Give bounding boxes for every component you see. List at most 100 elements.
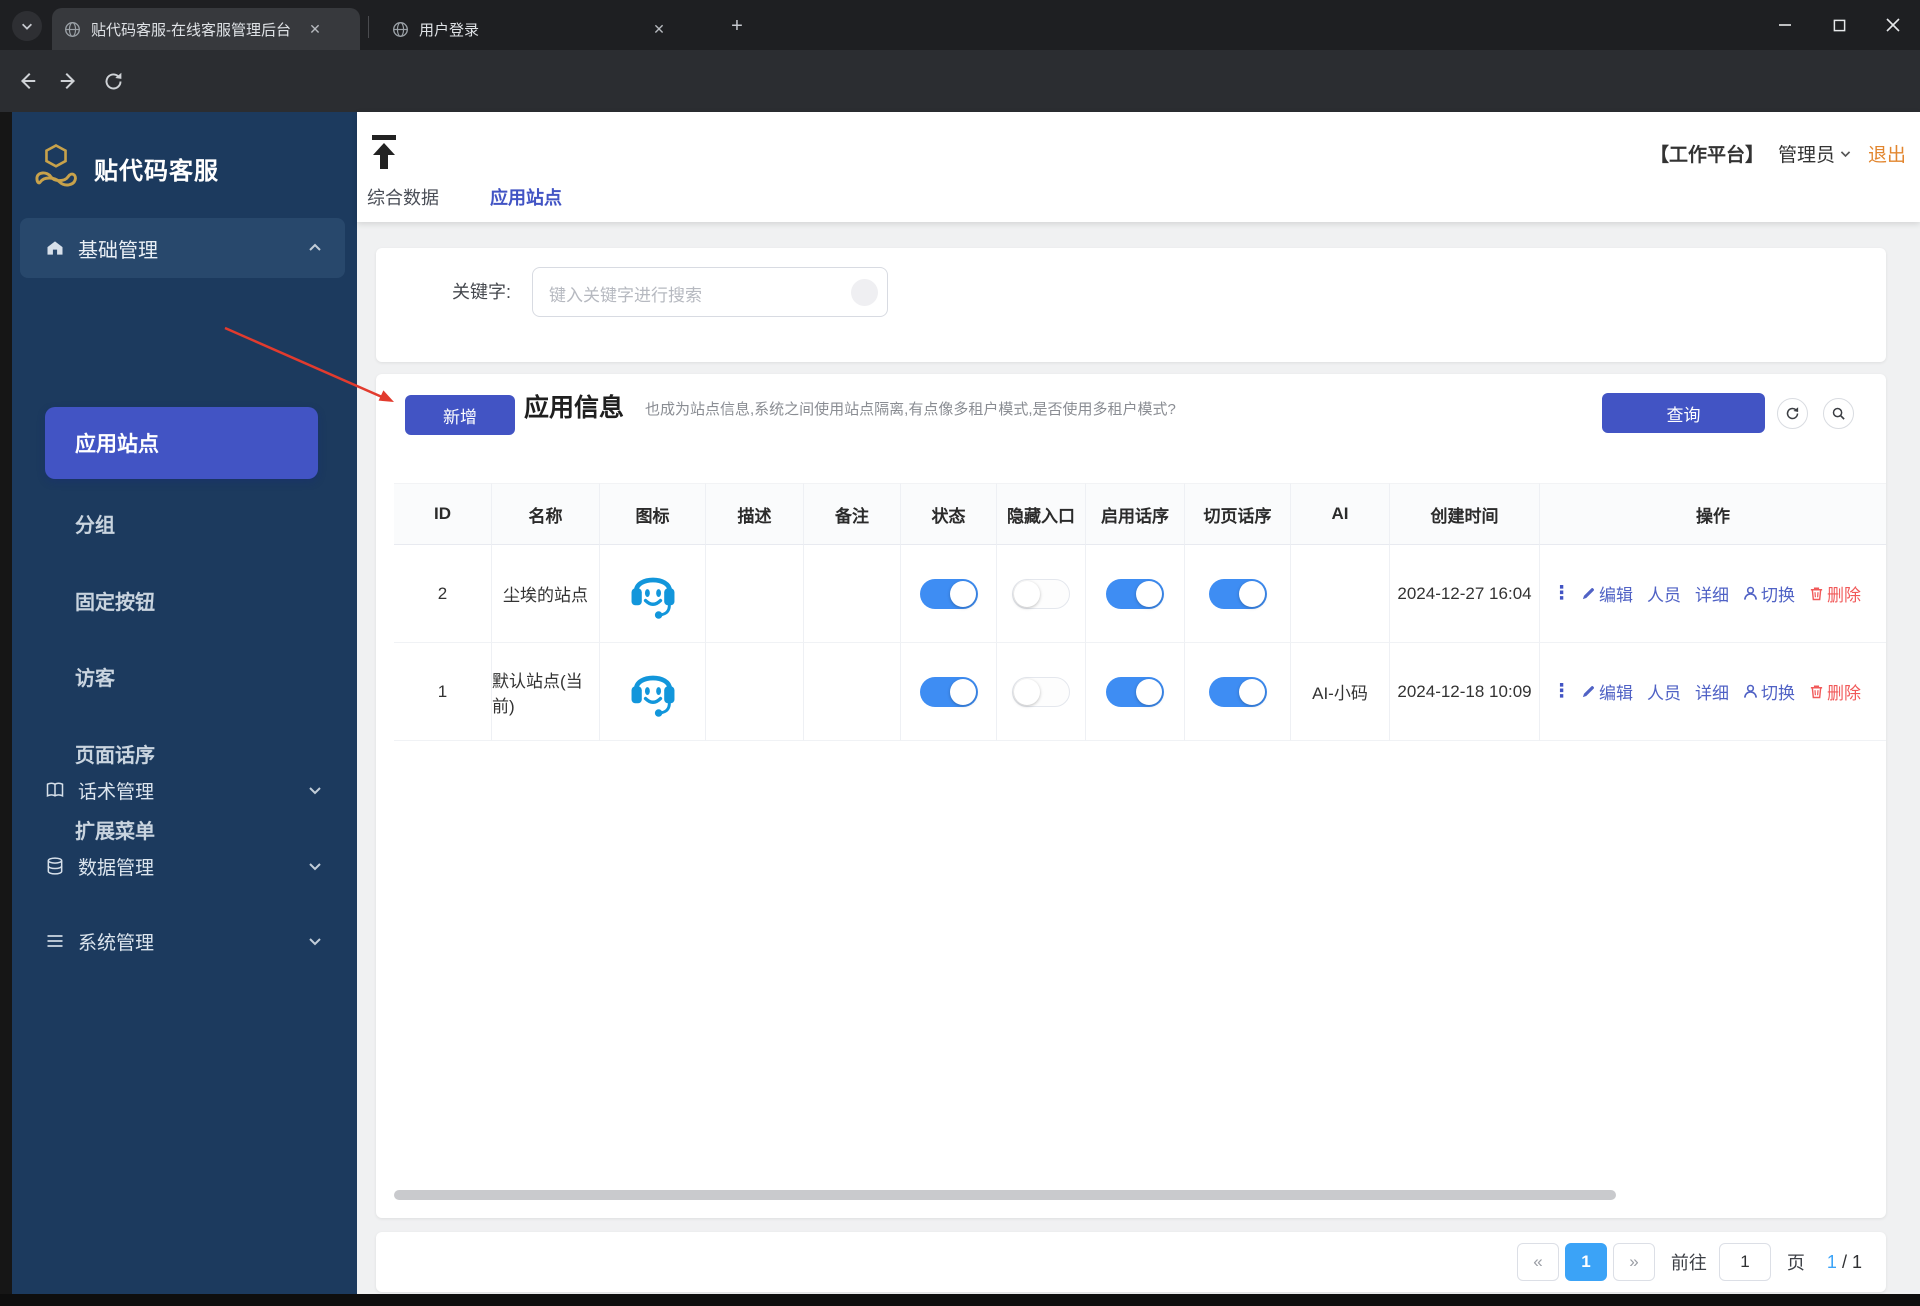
action-link[interactable]: 详细 bbox=[1695, 679, 1729, 704]
horizontal-scrollbar[interactable] bbox=[394, 1190, 1616, 1200]
window-edge bbox=[0, 1294, 1920, 1306]
sidebar-group-label: 系统管理 bbox=[78, 932, 155, 954]
action-link[interactable]: 人员 bbox=[1647, 679, 1681, 704]
sidebar-group-scripts[interactable]: 话术管理 bbox=[20, 766, 345, 814]
collapse-up-icon[interactable] bbox=[371, 133, 397, 173]
chevron-down-icon bbox=[309, 938, 321, 946]
sidebar-item-3[interactable]: 固定按钮 bbox=[75, 580, 155, 620]
sidebar-group-system[interactable]: 系统管理 bbox=[20, 917, 345, 965]
next-page-button[interactable]: » bbox=[1612, 1243, 1655, 1281]
sidebar-item-4[interactable]: 访客 bbox=[75, 656, 115, 696]
toggle-switch[interactable] bbox=[1208, 676, 1267, 707]
page-tab-sites[interactable]: 应用站点 bbox=[490, 184, 562, 210]
forward-icon[interactable] bbox=[56, 68, 82, 94]
table-header-row: ID 名称 图标 描述 备注 状态 隐藏入口 启用话序 切页话序 AI 创建时间 操作 bbox=[394, 483, 1886, 545]
col-header-7: 隐藏入口 bbox=[997, 483, 1086, 545]
cell-toggle-2 bbox=[997, 545, 1086, 643]
table-card: 新增 应用信息 也成为站点信息,系统之间使用站点隔离,有点像多租户模式,是否使用… bbox=[376, 374, 1886, 1218]
cell-ai: AI-小码 bbox=[1291, 643, 1390, 741]
cell-name: 默认站点(当前) bbox=[492, 643, 600, 741]
add-button[interactable]: 新增 bbox=[405, 395, 515, 435]
table-body: 2 尘埃的站点 2024-12-27 16:04 ⋮ 编辑 人员 详细 切换 删除 1 默认站点(当… bbox=[394, 545, 1886, 741]
logo-icon bbox=[35, 143, 77, 187]
home-icon bbox=[47, 241, 63, 255]
col-header-9: 切页话序 bbox=[1185, 483, 1291, 545]
chevron-down-icon bbox=[309, 787, 321, 795]
toggle-switch[interactable] bbox=[1012, 578, 1070, 609]
sidebar-group-data[interactable]: 数据管理 bbox=[20, 842, 345, 890]
browser-tabstrip: 贴代码客服-在线客服管理后台 ✕ 用户登录 ✕ + bbox=[0, 0, 1920, 50]
tab-search-chevron-icon[interactable] bbox=[12, 11, 42, 41]
cell-toggle-2 bbox=[997, 643, 1086, 741]
col-header-2: 名称 bbox=[492, 483, 600, 545]
more-actions-icon[interactable]: ⋮ bbox=[1552, 680, 1571, 703]
cell-note bbox=[804, 545, 901, 643]
chevron-down-icon bbox=[1840, 151, 1851, 158]
col-header-12: 操作 bbox=[1540, 483, 1886, 545]
edit-icon bbox=[1582, 686, 1594, 698]
toggle-switch[interactable] bbox=[919, 676, 978, 707]
browser-tab-login[interactable]: 用户登录 ✕ bbox=[380, 8, 700, 50]
col-header-10: AI bbox=[1291, 483, 1390, 545]
cell-icon bbox=[600, 545, 706, 643]
action-link[interactable]: 删除 bbox=[1809, 581, 1861, 606]
more-actions-icon[interactable]: ⋮ bbox=[1552, 582, 1571, 605]
cell-toggle-1 bbox=[901, 545, 997, 643]
chevron-down-icon bbox=[309, 863, 321, 871]
page-status: 1 / 1 bbox=[1826, 1251, 1862, 1272]
keyword-input[interactable]: 键入关键字进行搜索 bbox=[532, 267, 888, 317]
new-tab-button[interactable]: + bbox=[724, 13, 750, 39]
toggle-switch[interactable] bbox=[1208, 578, 1267, 609]
toggle-switch[interactable] bbox=[1106, 578, 1164, 609]
action-link[interactable]: 删除 bbox=[1809, 679, 1861, 704]
workspace-label: 【工作平台】 bbox=[1649, 145, 1764, 166]
window-maximize-button[interactable] bbox=[1812, 0, 1866, 50]
input-clear-circle[interactable] bbox=[851, 279, 878, 306]
toggle-switch[interactable] bbox=[919, 578, 978, 609]
search-icon bbox=[1832, 407, 1845, 420]
tab-close-icon[interactable]: ✕ bbox=[649, 19, 669, 39]
page-tab-overview[interactable]: 综合数据 bbox=[367, 184, 439, 210]
back-icon[interactable] bbox=[14, 68, 40, 94]
cell-actions: ⋮ 编辑 人员 详细 切换 删除 bbox=[1540, 545, 1886, 643]
sidebar-group-label: 话术管理 bbox=[78, 781, 155, 803]
reload-icon[interactable] bbox=[100, 68, 126, 94]
action-link[interactable]: 切换 bbox=[1743, 581, 1795, 606]
browser-tab-admin[interactable]: 贴代码客服-在线客服管理后台 ✕ bbox=[52, 8, 360, 50]
logout-link[interactable]: 退出 bbox=[1868, 140, 1906, 167]
cell-toggle-4 bbox=[1185, 545, 1291, 643]
sites-table: ID 名称 图标 描述 备注 状态 隐藏入口 启用话序 切页话序 AI 创建时间 操作 2 尘埃的站点 2… bbox=[394, 483, 1886, 741]
col-header-3: 图标 bbox=[600, 483, 706, 545]
cell-icon bbox=[600, 643, 706, 741]
sidebar-group-basic[interactable]: 基础管理 bbox=[20, 218, 345, 278]
col-header-1: ID bbox=[394, 483, 492, 545]
sidebar-item-2[interactable]: 分组 bbox=[75, 503, 115, 543]
col-header-11: 创建时间 bbox=[1390, 483, 1540, 545]
col-header-6: 状态 bbox=[901, 483, 997, 545]
tab-title: 贴代码客服-在线客服管理后台 bbox=[91, 21, 291, 39]
sidebar-item-1[interactable]: 应用站点 bbox=[45, 407, 318, 479]
window-edge bbox=[0, 112, 12, 1294]
action-link[interactable]: 编辑 bbox=[1581, 581, 1633, 606]
goto-page-input[interactable]: 1 bbox=[1718, 1243, 1771, 1281]
action-link[interactable]: 编辑 bbox=[1581, 679, 1633, 704]
tab-close-icon[interactable]: ✕ bbox=[305, 19, 325, 39]
page-1-button[interactable]: 1 bbox=[1564, 1243, 1607, 1281]
user-dropdown[interactable]: 管理员 bbox=[1778, 140, 1835, 167]
edit-icon bbox=[1582, 588, 1594, 600]
col-header-4: 描述 bbox=[706, 483, 804, 545]
action-link[interactable]: 切换 bbox=[1743, 679, 1795, 704]
refresh-button[interactable] bbox=[1777, 398, 1808, 429]
action-link[interactable]: 详细 bbox=[1695, 581, 1729, 606]
sidebar-group-label: 数据管理 bbox=[78, 857, 155, 879]
query-button[interactable]: 查询 bbox=[1602, 393, 1765, 433]
toggle-switch[interactable] bbox=[1106, 676, 1164, 707]
cell-ai bbox=[1291, 545, 1390, 643]
keyword-placeholder: 键入关键字进行搜索 bbox=[549, 286, 702, 305]
toggle-switch[interactable] bbox=[1012, 676, 1070, 707]
window-close-button[interactable] bbox=[1866, 0, 1920, 50]
search-button[interactable] bbox=[1823, 398, 1854, 429]
action-link[interactable]: 人员 bbox=[1647, 581, 1681, 606]
prev-page-button[interactable]: « bbox=[1516, 1243, 1559, 1281]
window-minimize-button[interactable] bbox=[1758, 0, 1812, 50]
